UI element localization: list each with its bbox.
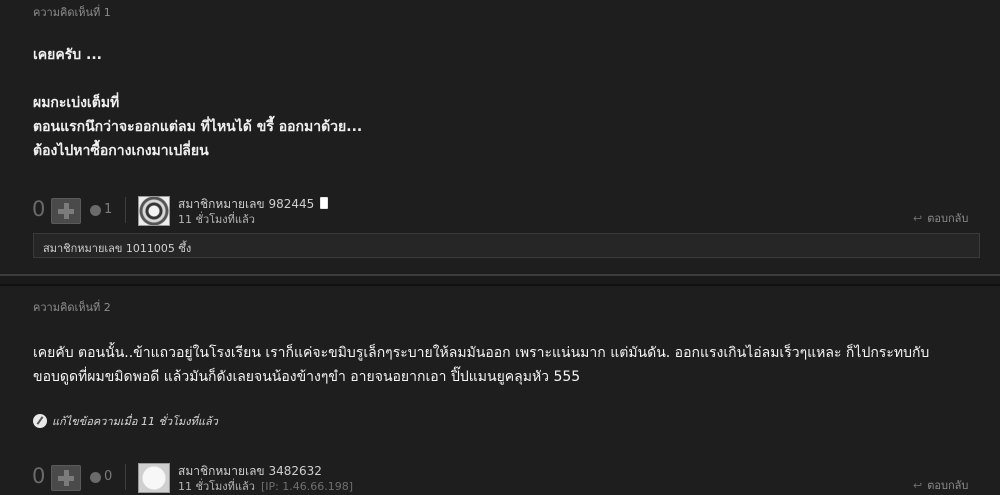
avatar[interactable]	[138, 463, 170, 493]
emotion-count: 0	[104, 469, 113, 484]
comment-line: ผมกะเบ่งเต็มที่	[33, 95, 120, 111]
vote-count: 0	[32, 197, 46, 221]
footer-divider	[125, 464, 126, 490]
comment-footer: 0 1 สมาชิกหมายเลข 982445 11 ชั่วโมงที่แล…	[0, 195, 1000, 227]
emotion-count: 1	[104, 202, 113, 217]
post-time: 11 ชั่วโมงที่แล้ว	[178, 480, 255, 493]
comment-2: ความคิดเห็นที่ 2 เคยคับ ตอนนั้น..ข้าแถวอ…	[0, 286, 1000, 495]
comment-1: ความคิดเห็นที่ 1 เคยครับ ... ผมกะเบ่งเต็…	[0, 0, 1000, 272]
reaction-text: สมาชิกหมายเลข 1011005 ซึ้ง	[43, 242, 192, 255]
avatar[interactable]	[138, 196, 170, 226]
emotion-icon[interactable]	[90, 472, 101, 483]
post-time-row: 11 ชั่วโมงที่แล้ว [IP: 1.46.66.198]	[178, 477, 353, 495]
edit-note-text: แก้ไขข้อความเมื่อ 11 ชั่วโมงที่แล้ว	[52, 415, 218, 428]
reply-arrow-icon: ↩	[913, 212, 923, 225]
user-name-link[interactable]: สมาชิกหมายเลข 982445	[178, 197, 314, 211]
footer-divider	[125, 197, 126, 223]
vote-plus-button[interactable]	[51, 198, 81, 224]
reply-button[interactable]: ↩ ตอบกลับ	[913, 209, 968, 227]
vote-count: 0	[32, 464, 46, 488]
comment-line: ตอนแรกนึกว่าจะออกแต่ลม ที่ไหนได้ ขรี้ ออ…	[33, 119, 363, 135]
post-time: 11 ชั่วโมงที่แล้ว	[178, 213, 255, 226]
edit-note: แก้ไขข้อความเมื่อ 11 ชั่วโมงที่แล้ว	[33, 412, 218, 430]
comment-line: เคยครับ ...	[33, 47, 102, 63]
comment-line: เคยคับ ตอนนั้น..ข้าแถวอยู่ในโรงเรียน เรา…	[33, 345, 930, 361]
comment-header: ความคิดเห็นที่ 1	[33, 6, 111, 19]
comment-divider	[0, 274, 1000, 286]
reaction-bar: สมาชิกหมายเลข 1011005 ซึ้ง	[33, 233, 980, 258]
vote-plus-button[interactable]	[51, 465, 81, 491]
mobile-phone-icon	[320, 197, 329, 209]
reply-arrow-icon: ↩	[913, 479, 923, 492]
comment-body: เคยครับ ... ผมกะเบ่งเต็มที่ ตอนแรกนึกว่า…	[33, 43, 362, 163]
reply-label: ตอบกลับ	[927, 212, 969, 225]
emotion-icon[interactable]	[90, 205, 101, 216]
edit-icon	[33, 414, 47, 428]
comment-line: ขอบดูดที่ผมขมิดพอดี แล้วมันก็ดังเลยจนน้อ…	[33, 369, 581, 385]
comment-header: ความคิดเห็นที่ 2	[33, 301, 111, 314]
comment-footer: 0 0 สมาชิกหมายเลข 3482632 11 ชั่วโมงที่แ…	[0, 462, 1000, 495]
ip-address: [IP: 1.46.66.198]	[260, 480, 354, 493]
reply-label: ตอบกลับ	[927, 479, 969, 492]
comment-line: ต้องไปหาซื้อกางเกงมาเปลี่ยน	[33, 143, 209, 159]
comment-body: เคยคับ ตอนนั้น..ข้าแถวอยู่ในโรงเรียน เรา…	[33, 341, 988, 389]
reply-button[interactable]: ↩ ตอบกลับ	[913, 476, 968, 494]
